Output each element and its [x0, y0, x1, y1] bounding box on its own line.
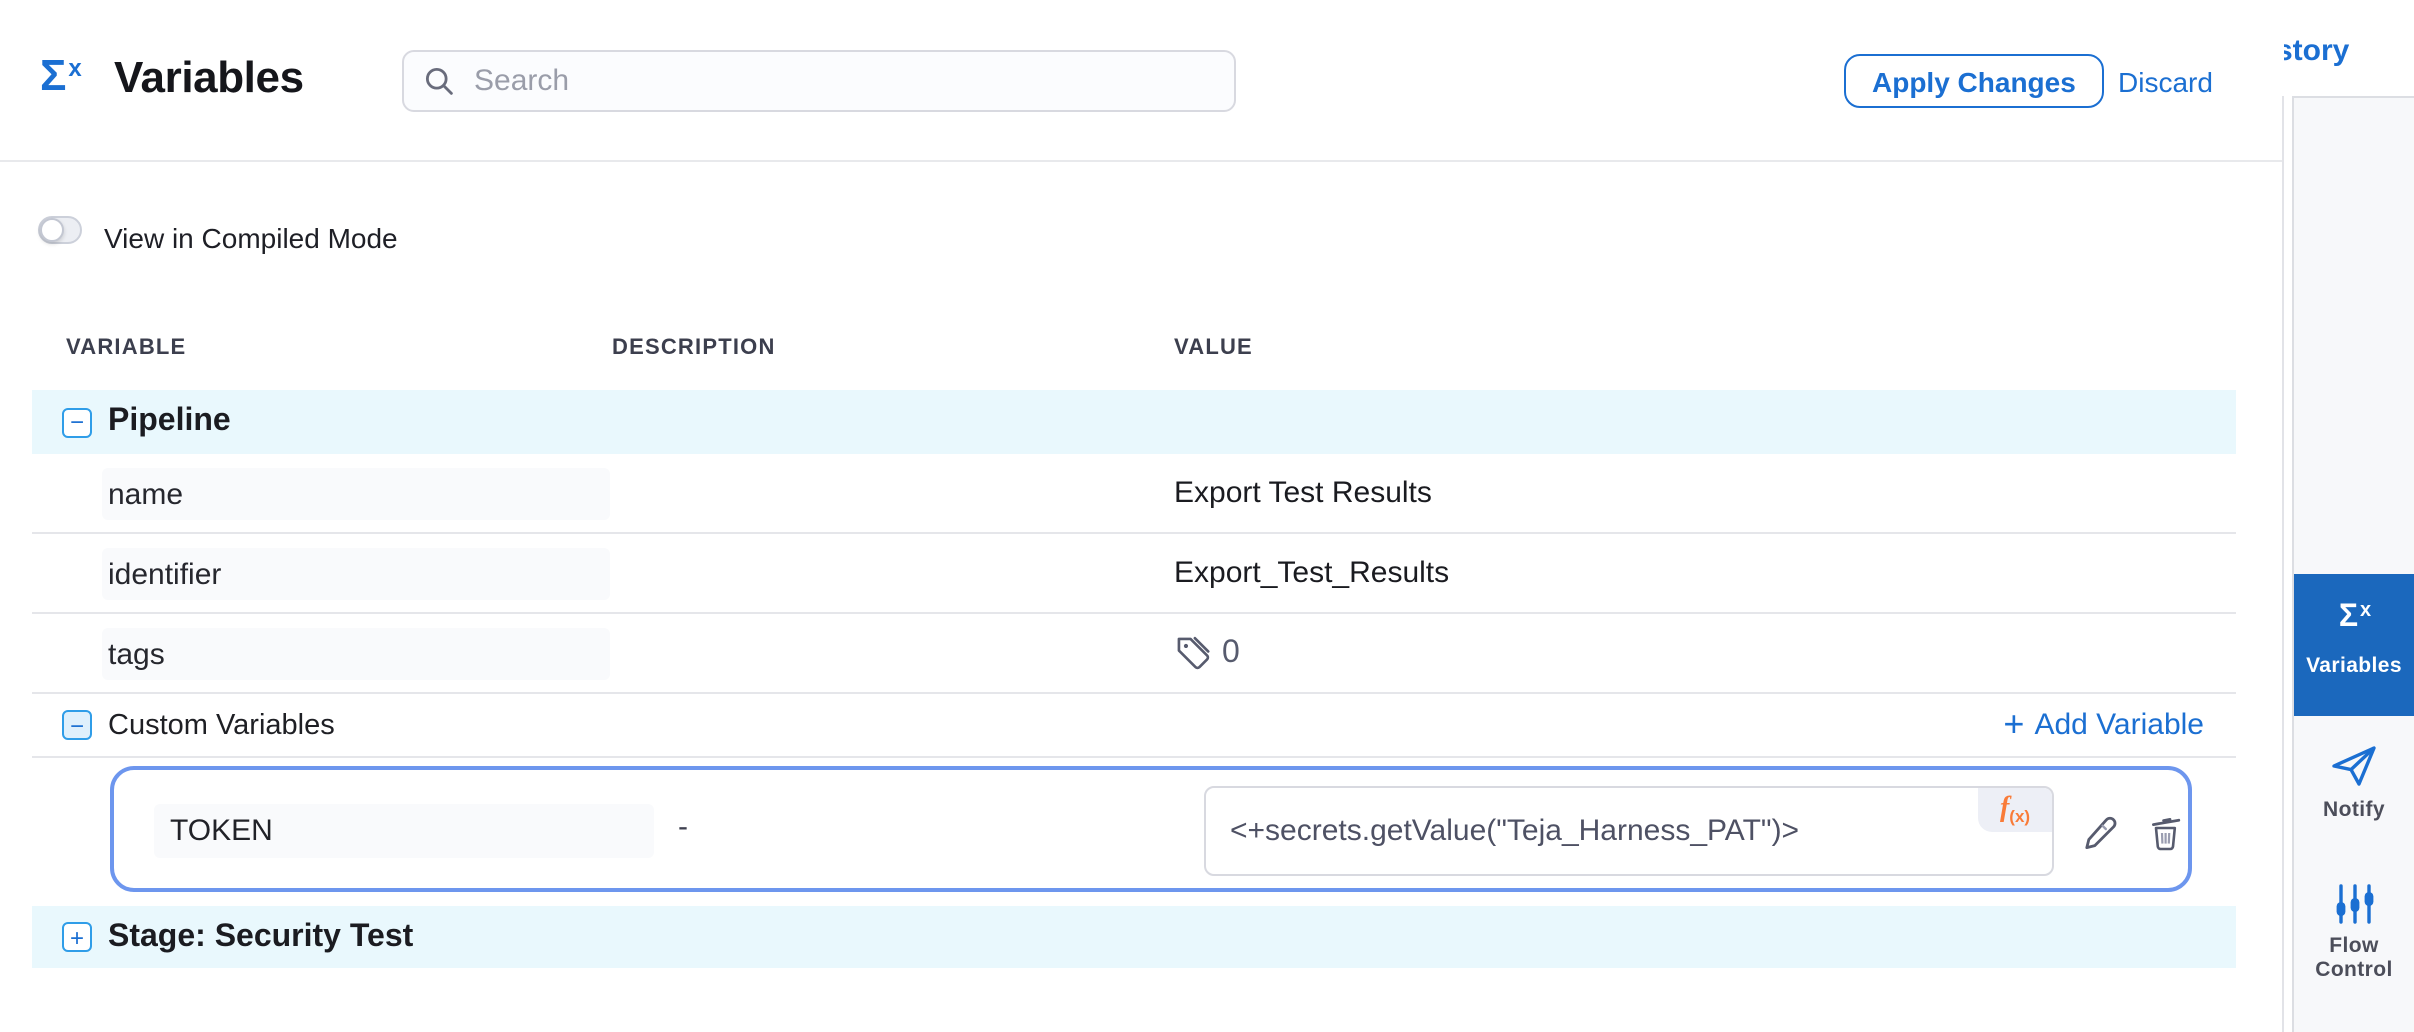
toggle-knob [40, 218, 64, 242]
expand-icon[interactable]: + [62, 922, 92, 952]
sliders-icon [2331, 882, 2377, 926]
selected-variable-row[interactable]: TOKEN - <+secrets.getValue("Teja_Harness… [110, 766, 2192, 892]
variable-name: tags [102, 628, 610, 680]
pencil-icon [2080, 812, 2122, 854]
variable-value: 0 [1174, 614, 1240, 692]
collapse-icon[interactable]: − [62, 407, 92, 437]
section-label: Stage: Security Test [108, 919, 413, 955]
screenshot-root: story Σx Variables Notify [0, 0, 2414, 1032]
background-history-link[interactable]: story [2276, 34, 2349, 68]
section-label: Custom Variables [108, 709, 335, 741]
discard-link[interactable]: Discard [2118, 66, 2213, 98]
drawer-edge-divider [2282, 96, 2284, 1032]
variable-value: Export_Test_Results [1174, 534, 1449, 612]
search-icon [424, 66, 454, 96]
rail-item-variables[interactable]: Σx Variables [2294, 574, 2414, 716]
section-header-stage-security-test[interactable]: + Stage: Security Test [32, 906, 2236, 968]
variables-drawer: Σx Variables Apply Changes Discard View … [0, 0, 2284, 1032]
tag-icon [1174, 634, 1212, 672]
variable-value: Export Test Results [1174, 454, 1432, 532]
search-input[interactable] [470, 62, 1214, 100]
paper-plane-icon [2328, 742, 2380, 790]
column-header-description: DESCRIPTION [612, 336, 776, 360]
edit-variable-button[interactable] [2080, 812, 2122, 854]
rail-item-label: Flow Control [2294, 934, 2414, 982]
tags-count: 0 [1222, 635, 1240, 671]
fx-expression-badge[interactable]: f(x) [1978, 788, 2052, 832]
column-header-variable: VARIABLE [66, 336, 186, 360]
table-row: tags 0 [32, 614, 2236, 694]
variable-description: - [678, 810, 688, 844]
apply-changes-button[interactable]: Apply Changes [1844, 54, 2104, 108]
compiled-mode-toggle[interactable] [38, 216, 82, 244]
compiled-mode-label: View in Compiled Mode [104, 222, 398, 254]
add-variable-button[interactable]: + Add Variable [2003, 694, 2204, 756]
table-row: identifier Export_Test_Results [32, 534, 2236, 614]
page-title: Variables [114, 52, 304, 104]
search-box[interactable] [402, 50, 1236, 112]
right-rail: Σx Variables Notify [2292, 96, 2414, 1032]
section-header-custom-variables[interactable]: − Custom Variables + Add Variable [32, 694, 2236, 758]
trash-icon [2144, 812, 2186, 854]
variable-name: name [102, 468, 610, 520]
sigma-x-icon: Σx [2294, 600, 2414, 640]
drawer-header: Σx Variables Apply Changes Discard [0, 0, 2284, 162]
variable-name: TOKEN [154, 804, 654, 858]
collapse-icon[interactable]: − [62, 710, 92, 740]
delete-variable-button[interactable] [2144, 812, 2186, 854]
rail-item-label: Variables [2294, 654, 2414, 678]
table-row: name Export Test Results [32, 454, 2236, 534]
sigma-x-icon: Σx [40, 50, 80, 102]
section-label: Pipeline [108, 404, 231, 440]
rail-item-notify[interactable]: Notify [2294, 742, 2414, 822]
variable-value-input[interactable]: <+secrets.getValue("Teja_Harness_PAT")> … [1204, 786, 2054, 876]
rail-item-label: Notify [2294, 798, 2414, 822]
plus-icon: + [2003, 705, 2024, 741]
column-header-value: VALUE [1174, 336, 1253, 360]
section-header-pipeline[interactable]: − Pipeline [32, 390, 2236, 454]
rail-item-flow-control[interactable]: Flow Control [2294, 882, 2414, 982]
expression-text: <+secrets.getValue("Teja_Harness_PAT")> [1230, 814, 1799, 848]
variable-name: identifier [102, 548, 610, 600]
